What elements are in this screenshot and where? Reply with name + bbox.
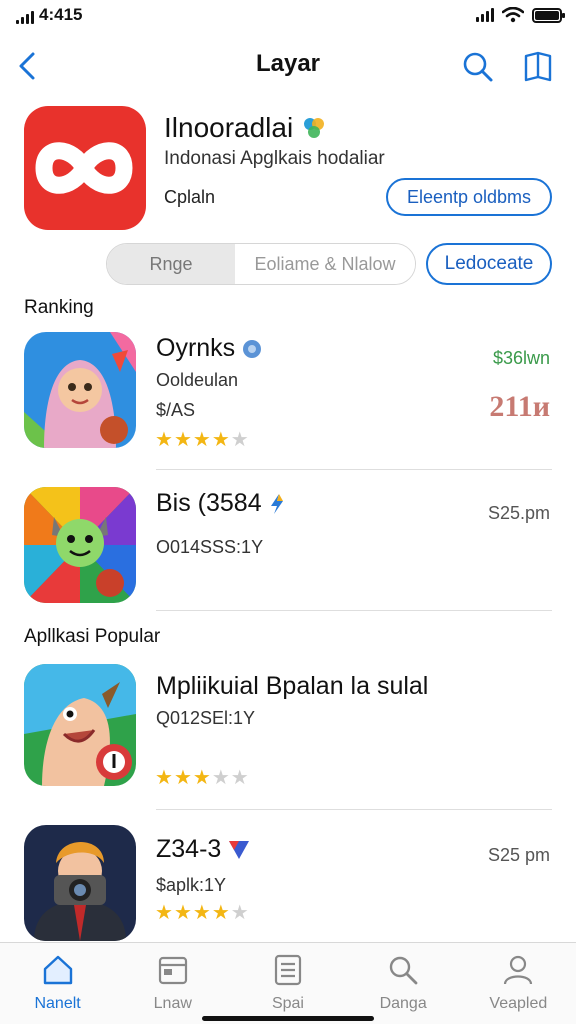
calendar-icon (158, 956, 187, 985)
tab-profile[interactable]: Veapled (461, 943, 576, 1024)
app-icon (24, 332, 136, 448)
star-icon: ★ (155, 429, 173, 451)
star-icon: ★ (211, 902, 230, 924)
featured-app-developer: Cplaln (164, 187, 216, 207)
app-subtitle: $aplk:1Y (156, 875, 227, 895)
featured-app-name: Ilnooradlai (164, 112, 327, 144)
tab-label: Danga (379, 995, 427, 1012)
app-price: S25.pm (487, 503, 550, 523)
list-icon (274, 954, 302, 986)
tab-label: Nanelt (34, 995, 81, 1012)
star-icon: ★ (230, 902, 249, 924)
verified-badge-icon (243, 339, 262, 358)
app-subtitle: O014SSS:1Y (156, 537, 264, 557)
list-item[interactable]: Bis (3584 O014SSS:1Y S25.pm (0, 487, 576, 617)
app-rank-number: 211и (489, 390, 550, 423)
tab-label: Spai (271, 995, 304, 1012)
cellular-icon (476, 8, 494, 22)
signal-icon (16, 10, 34, 24)
segmented-control: Rnge Eoliame & Nlalow (106, 243, 416, 285)
app-title: Oyrnks (156, 334, 236, 362)
divider (156, 610, 552, 611)
status-right (476, 7, 565, 23)
app-subtitle: Q012SEl:1Y (156, 708, 256, 728)
app-price: S25 pm (487, 845, 550, 865)
star-rating: ★ ★ ★ ★ ★ (155, 430, 249, 450)
divider (156, 469, 552, 470)
cat-spiral-icon (24, 487, 136, 603)
app-icon (24, 825, 136, 941)
tab-bar: Nanelt Lnaw Spai Danga Veapled (0, 942, 576, 1024)
flag-badge-icon (229, 840, 250, 859)
search-icon (389, 956, 418, 985)
man-with-camera-icon (24, 825, 136, 941)
search-button[interactable] (458, 48, 498, 86)
featured-app-title: Ilnooradlai (164, 112, 294, 143)
app-name: Z34-3 (156, 835, 251, 864)
segment-follow[interactable]: Eoliame & Nlalow (235, 244, 415, 284)
wifi-icon (502, 7, 524, 23)
featured-app-subtitle: Indonasi Apglkais hodaliar (164, 148, 385, 169)
list-item[interactable]: Mpliikuial Bpalan la sulal Q012SEl:1Y ★ ★… (0, 664, 576, 794)
status-bar: 4:415 (0, 0, 576, 34)
share-button[interactable] (518, 48, 558, 86)
app-title: Z34-3 (156, 835, 222, 863)
tab-calendar[interactable]: Lnaw (115, 943, 230, 1024)
star-icon: ★ (192, 429, 211, 451)
search-icon (463, 52, 493, 82)
app-name: Mpliikuial Bpalan la sulal (156, 672, 428, 701)
star-rating: ★ ★ ★ ★ ★ (155, 903, 249, 923)
get-button[interactable]: Eleentp oldbms (386, 178, 552, 216)
star-icon: ★ (211, 767, 230, 789)
status-left: 4:415 (16, 6, 82, 24)
tab-home[interactable]: Nanelt (0, 943, 115, 1024)
colorful-badge-icon (304, 118, 325, 138)
app-title: Mpliikuial Bpalan la sulal (156, 672, 429, 700)
star-icon: ★ (192, 767, 211, 789)
section-title-ranking: Ranking (24, 297, 94, 318)
featured-app-icon[interactable] (24, 106, 146, 230)
star-icon: ★ (155, 902, 173, 924)
star-icon: ★ (230, 429, 249, 451)
star-icon: ★ (173, 902, 192, 924)
person-icon (504, 955, 533, 985)
star-icon: ★ (230, 767, 249, 789)
home-indicator[interactable] (202, 1016, 374, 1021)
star-icon: ★ (155, 767, 173, 789)
cartoon-creature-icon (24, 664, 136, 786)
divider (156, 809, 552, 810)
list-item[interactable]: Oyrnks Ooldeulan $/AS ★ ★ ★ ★ ★ $36lwn 211и (0, 332, 576, 462)
nav-bar: Layar (0, 40, 576, 92)
star-icon: ★ (173, 429, 192, 451)
app-icon (24, 487, 136, 603)
star-icon: ★ (192, 902, 211, 924)
app-icon (24, 664, 136, 786)
home-icon (43, 955, 72, 985)
section-title-popular: Apllkasi Popular (24, 626, 161, 647)
list-item[interactable]: Z34-3 $aplk:1Y ★ ★ ★ ★ ★ S25 pm (0, 825, 576, 955)
star-rating: ★ ★ ★ ★ ★ (155, 768, 249, 788)
star-icon: ★ (173, 767, 192, 789)
app-title: Bis (3584 (156, 489, 262, 517)
app-subtitle: Ooldeulan (156, 370, 239, 390)
star-icon: ★ (211, 429, 230, 451)
book-icon (524, 51, 552, 82)
app-name: Bis (3584 (156, 489, 286, 518)
battery-icon (532, 7, 565, 23)
girl-avatar-icon (24, 332, 136, 448)
app-price: $36lwn (492, 348, 550, 368)
location-filter-button[interactable]: Ledoceate (426, 243, 552, 285)
app-name: Oyrnks (156, 334, 263, 363)
tab-search[interactable]: Danga (346, 943, 461, 1024)
segment-range[interactable]: Rnge (107, 244, 235, 284)
tab-label: Veapled (489, 995, 548, 1012)
infinity-logo-icon (35, 142, 133, 194)
tab-label: Lnaw (153, 995, 192, 1012)
status-time: 4:415 (39, 5, 83, 24)
app-price-tag: $/AS (156, 400, 196, 420)
lightning-badge-icon (270, 493, 283, 514)
tab-list[interactable]: Spai (230, 943, 345, 1024)
